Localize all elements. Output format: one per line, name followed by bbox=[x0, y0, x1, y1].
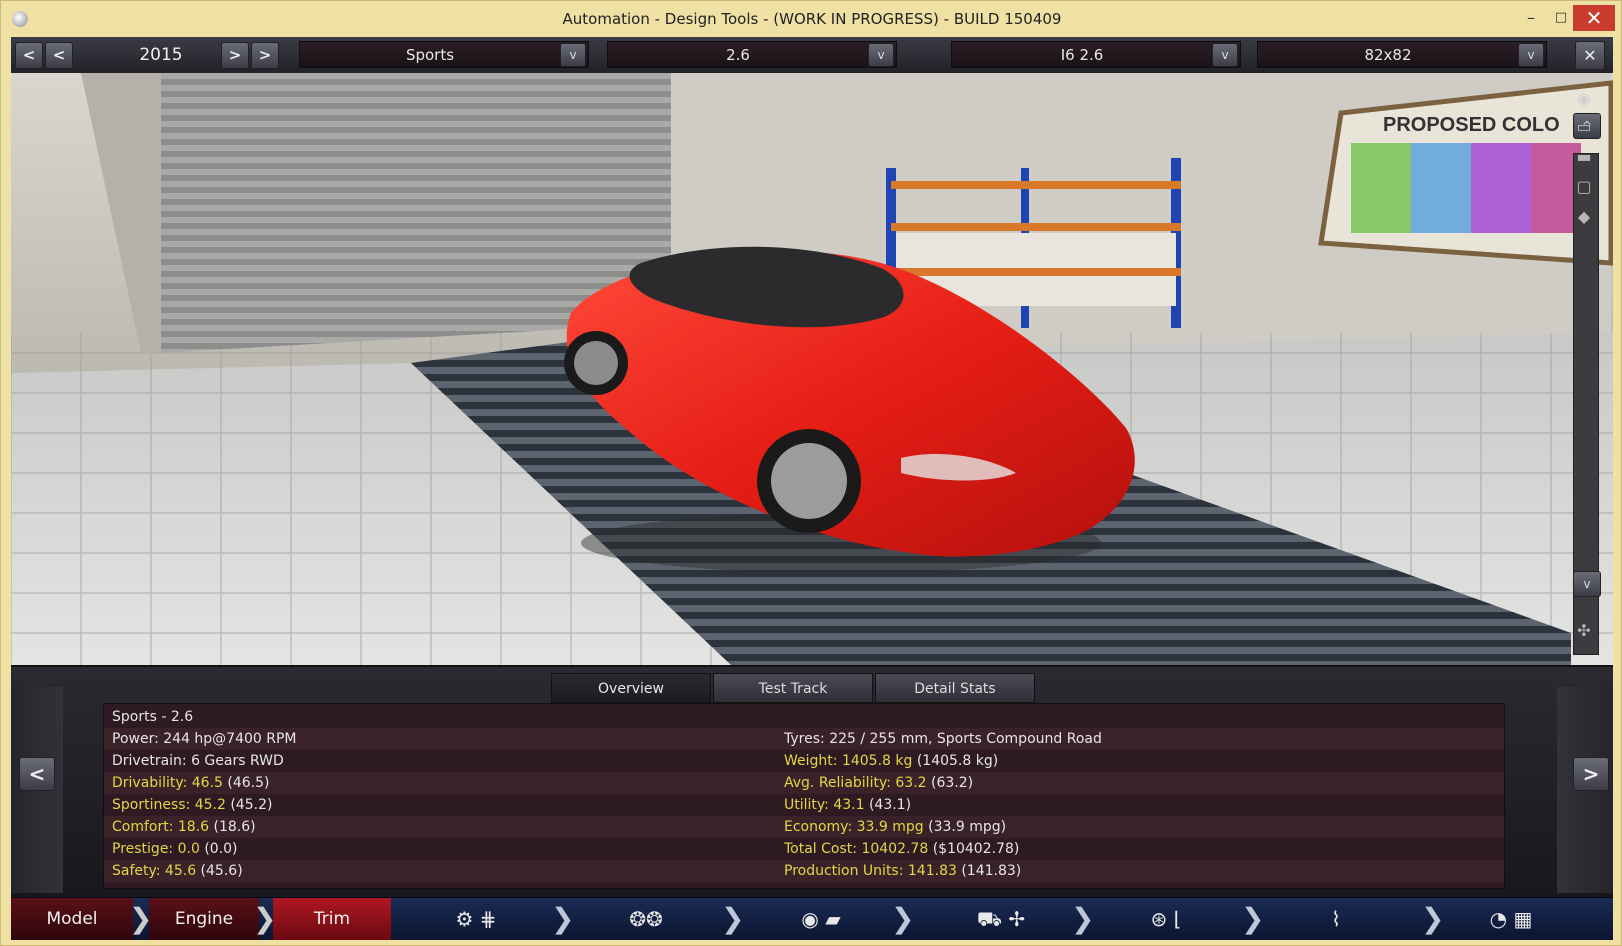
tab-overview[interactable]: Overview bbox=[551, 673, 711, 703]
stat-utility: Utility: 43.1 (43.1) bbox=[784, 797, 912, 813]
stat-tyres: Tyres: 225 / 255 mm, Sports Compound Roa… bbox=[784, 731, 1102, 747]
window-title: Automation - Design Tools - (WORK IN PRO… bbox=[562, 10, 1062, 28]
aero-cooling-icon[interactable]: ⛟ ✢ bbox=[931, 906, 1071, 932]
panel-next-button[interactable]: > bbox=[1573, 757, 1609, 791]
application-window: Automation - Design Tools - (WORK IN PRO… bbox=[0, 0, 1622, 946]
overview-stats: Sports - 2.6 Power: 244 hp@7400 RPM Tyre… bbox=[103, 703, 1505, 889]
stat-reliability: Avg. Reliability: 63.2 (63.2) bbox=[784, 775, 974, 791]
chevron-down-icon[interactable]: v bbox=[1518, 43, 1544, 67]
stat-comfort: Comfort: 18.6 (18.6) bbox=[112, 819, 256, 835]
chevron-right-icon: ❯ bbox=[891, 902, 915, 935]
variant-value: 2.6 bbox=[726, 46, 750, 64]
stat-drivability: Drivability: 46.5 (46.5) bbox=[112, 775, 270, 791]
engine-variant-value: 82x82 bbox=[1364, 46, 1412, 64]
garage-scene: PROPOSED COLO bbox=[11, 73, 1613, 665]
stats-row: Power: 244 hp@7400 RPM Tyres: 225 / 255 … bbox=[104, 728, 1504, 750]
engine-variant-select[interactable]: 82x82 v bbox=[1257, 41, 1547, 68]
gearbox-icon[interactable]: ⚙ ⋕ bbox=[441, 906, 511, 932]
tab-detail-stats[interactable]: Detail Stats bbox=[875, 673, 1035, 703]
chevron-right-icon: ❯ bbox=[551, 902, 575, 935]
panel-prev-button[interactable]: < bbox=[19, 757, 55, 791]
close-designer-button[interactable]: ✕ bbox=[1575, 41, 1605, 70]
car-3d-viewport[interactable]: PROPOSED COLO ^ v ◉ ▭ ▬ ▢ ◆ ✣ bbox=[11, 73, 1613, 665]
stats-title: Sports - 2.6 bbox=[112, 709, 194, 725]
stats-row: Drivetrain: 6 Gears RWD Weight: 1405.8 k… bbox=[104, 750, 1504, 772]
car-top-icon[interactable]: ◆ bbox=[1567, 207, 1601, 227]
stats-row: Comfort: 18.6 (18.6) Economy: 33.9 mpg (… bbox=[104, 816, 1504, 838]
year-prev-fast-button[interactable]: < bbox=[15, 42, 43, 69]
camera-icon[interactable]: ◉ bbox=[1567, 89, 1601, 109]
stat-total-cost: Total Cost: 10402.78 ($10402.78) bbox=[784, 841, 1020, 857]
maximize-button[interactable]: □ bbox=[1547, 5, 1575, 31]
color-poster: PROPOSED COLO bbox=[1318, 80, 1613, 266]
close-window-button[interactable]: ✕ bbox=[1573, 5, 1615, 31]
designer-nav-bar: Model ❯ Engine ❯ Trim ⚙ ⋕ ❯ ❂❂ ❯ ◉ ▰ ❯ ⛟… bbox=[11, 897, 1613, 940]
nav-trim[interactable]: Trim bbox=[273, 898, 391, 940]
poster-text: PROPOSED COLO bbox=[1383, 114, 1560, 136]
chevron-right-icon: ❯ bbox=[1421, 902, 1445, 935]
engine-select[interactable]: I6 2.6 v bbox=[951, 41, 1241, 68]
stat-power: Power: 244 hp@7400 RPM bbox=[112, 731, 297, 747]
car-front-icon[interactable]: ▢ bbox=[1567, 177, 1601, 197]
chevron-right-icon: ❯ bbox=[253, 902, 277, 935]
body-style-value: Sports bbox=[405, 46, 455, 64]
title-bar: Automation - Design Tools - (WORK IN PRO… bbox=[1, 1, 1622, 37]
nav-model[interactable]: Model bbox=[11, 898, 133, 940]
engine-value: I6 2.6 bbox=[1060, 46, 1104, 64]
stats-row: Safety: 45.6 (45.6) Production Units: 14… bbox=[104, 860, 1504, 882]
year-display: 2015 bbox=[139, 45, 183, 65]
stat-prestige: Prestige: 0.0 (0.0) bbox=[112, 841, 238, 857]
stat-weight: Weight: 1405.8 kg (1405.8 kg) bbox=[784, 753, 999, 769]
brakes-body-icon[interactable]: ◉ ▰ bbox=[781, 906, 861, 932]
year-next-fast-button[interactable]: > bbox=[251, 42, 279, 69]
chevron-down-icon[interactable]: v bbox=[868, 43, 894, 67]
year-next-button[interactable]: > bbox=[221, 42, 249, 69]
suspension-icon[interactable]: ⌇ bbox=[1311, 906, 1361, 932]
stat-safety: Safety: 45.6 (45.6) bbox=[112, 863, 243, 879]
minimize-button[interactable]: – bbox=[1517, 5, 1545, 31]
tab-test-track[interactable]: Test Track bbox=[713, 673, 873, 703]
stat-production-units: Production Units: 141.83 (141.83) bbox=[784, 863, 1022, 879]
stat-economy: Economy: 33.9 mpg (33.9 mpg) bbox=[784, 819, 1007, 835]
wheels-icon[interactable]: ❂❂ bbox=[611, 906, 681, 932]
stats-row: Drivability: 46.5 (46.5) Avg. Reliabilit… bbox=[104, 772, 1504, 794]
chevron-down-icon[interactable]: v bbox=[1212, 43, 1238, 67]
stat-drivetrain: Drivetrain: 6 Gears RWD bbox=[112, 753, 284, 769]
stats-row: Sports - 2.6 bbox=[104, 706, 1504, 728]
nav-engine[interactable]: Engine bbox=[149, 898, 259, 940]
chevron-down-icon[interactable]: v bbox=[560, 43, 586, 67]
year-prev-button[interactable]: < bbox=[45, 42, 73, 69]
test-drive-icon[interactable]: ◔ ▦ bbox=[1471, 906, 1551, 932]
interior-seat-icon[interactable]: ⊛ ⌊ bbox=[1131, 906, 1201, 932]
chevron-right-icon: ❯ bbox=[129, 902, 153, 935]
car-side-icon[interactable]: ▭ bbox=[1567, 117, 1601, 137]
scroll-down-button[interactable]: v bbox=[1573, 571, 1601, 597]
stat-sportiness: Sportiness: 45.2 (45.2) bbox=[112, 797, 273, 813]
chevron-right-icon: ❯ bbox=[1071, 902, 1095, 935]
variant-select[interactable]: 2.6 v bbox=[607, 41, 897, 68]
view-rotate-icon[interactable]: ✣ bbox=[1567, 621, 1601, 641]
body-style-select[interactable]: Sports v bbox=[299, 41, 589, 68]
chevron-right-icon: ❯ bbox=[721, 902, 745, 935]
stats-tabs: Overview Test Track Detail Stats bbox=[551, 673, 1051, 703]
stats-row: Prestige: 0.0 (0.0) Total Cost: 10402.78… bbox=[104, 838, 1504, 860]
car-side-icon[interactable]: ▬ bbox=[1567, 147, 1601, 167]
top-selector-bar: < < 2015 > > Sports v 2.6 v I6 2.6 v 82x… bbox=[11, 37, 1613, 74]
stats-panel: Overview Test Track Detail Stats Sports … bbox=[11, 665, 1613, 899]
stats-row: Sportiness: 45.2 (45.2) Utility: 43.1 (4… bbox=[104, 794, 1504, 816]
app-area: < < 2015 > > Sports v 2.6 v I6 2.6 v 82x… bbox=[11, 37, 1613, 940]
chevron-right-icon: ❯ bbox=[1241, 902, 1265, 935]
